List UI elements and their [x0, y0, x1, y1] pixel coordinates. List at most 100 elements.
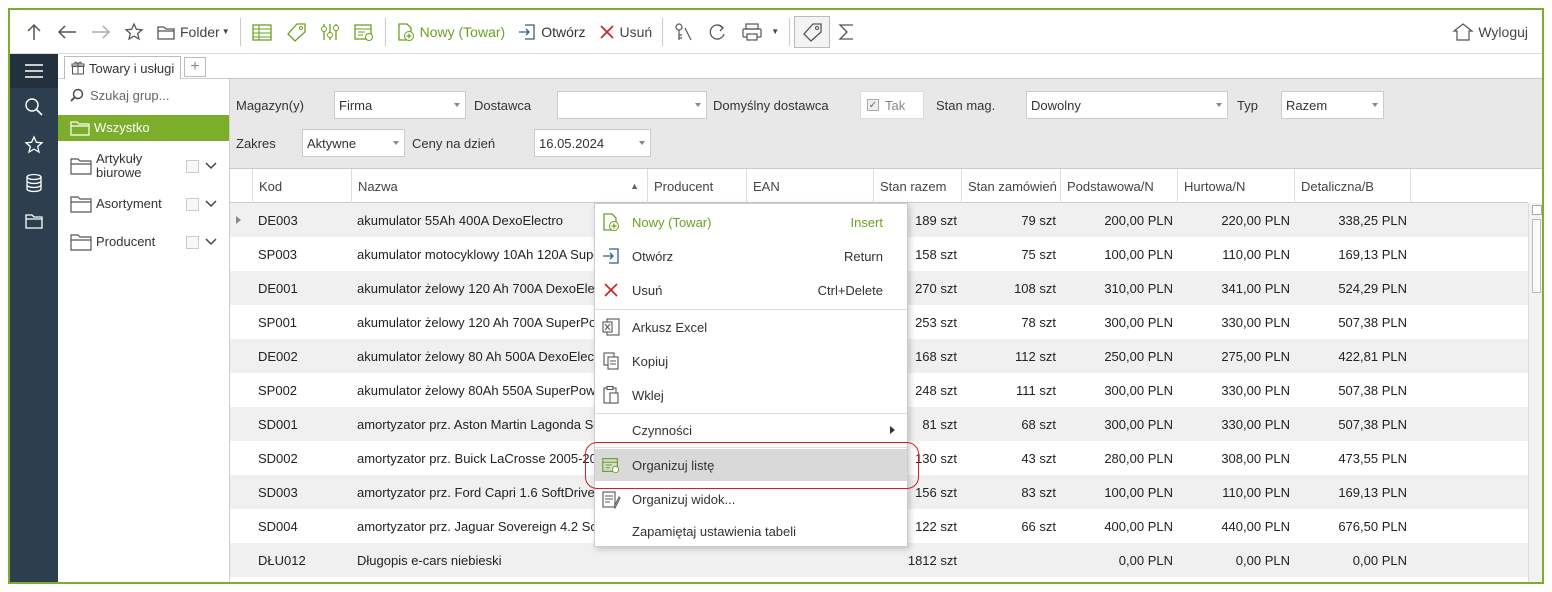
folder-button[interactable]: Folder ▼	[150, 16, 236, 48]
tools-icon[interactable]	[313, 16, 347, 48]
cell-kod: DŁU012	[258, 552, 306, 568]
col-header-ean[interactable]: EAN	[746, 169, 873, 203]
row-indicator-header	[230, 169, 252, 203]
cell-kod: SD003	[258, 484, 298, 500]
dostawca-select[interactable]	[557, 91, 707, 119]
cell-hurtowa: 110,00 PLN	[1222, 246, 1290, 262]
tab-towary-i-uslugi[interactable]: Towary i usługi	[64, 56, 182, 79]
group-item-all[interactable]: Wszystko	[58, 115, 229, 141]
menu-item-save-table-settings[interactable]: Zapamiętaj ustawienia tabeli	[595, 515, 907, 547]
delete-button[interactable]: Usuń	[592, 16, 659, 48]
cell-stan-zamowien: 83 szt	[1021, 484, 1056, 500]
organize-list-icon[interactable]	[347, 16, 381, 48]
favorite-star-icon[interactable]	[118, 16, 150, 48]
database-icon[interactable]	[10, 164, 58, 202]
cell-hurtowa: 341,00 PLN	[1221, 280, 1290, 296]
ceny-value: 16.05.2024	[539, 136, 605, 151]
group-checkbox[interactable]	[186, 159, 199, 173]
menu-item-open[interactable]: Otwórz Return	[595, 240, 907, 272]
context-menu: Nowy (Towar) Insert Otwórz Return Usuń C…	[594, 203, 908, 547]
typ-select[interactable]: Razem	[1281, 91, 1384, 119]
cell-kod: DE002	[258, 348, 298, 364]
col-header-stan-zamowien[interactable]: Stan zamówień	[961, 169, 1060, 203]
cell-podstawowa: 100,00 PLN	[1104, 484, 1173, 500]
menu-item-delete[interactable]: Usuń Ctrl+Delete	[595, 274, 907, 306]
logout-button[interactable]: Wyloguj	[1446, 16, 1534, 48]
tag-icon[interactable]	[279, 16, 313, 48]
col-header-kod[interactable]: Kod	[252, 169, 351, 203]
scroll-thumb[interactable]	[1532, 219, 1541, 293]
group-item-producent[interactable]: Producent	[58, 223, 229, 261]
folder-icon	[157, 25, 175, 40]
menu-item-organize-list[interactable]: Organizuj listę	[595, 449, 907, 481]
menu-item-excel[interactable]: Arkusz Excel	[595, 311, 907, 343]
menu-item-label: Czynności	[632, 422, 692, 438]
open-button[interactable]: Otwórz	[511, 16, 591, 48]
vertical-scrollbar[interactable]	[1528, 203, 1542, 582]
keys-icon[interactable]	[667, 16, 701, 48]
back-arrow-icon[interactable]	[50, 16, 84, 48]
menu-item-shortcut: Insert	[850, 214, 883, 230]
cell-stan-zamowien: 112 szt	[1015, 348, 1056, 364]
zakres-select[interactable]: Aktywne	[302, 129, 405, 157]
side-nav	[10, 54, 58, 582]
chevron-down-icon[interactable]	[205, 162, 217, 170]
menu-divider	[595, 309, 907, 310]
table-row[interactable]: DŁU012 Długopis e-cars niebieski 1812 szt 0…	[230, 543, 1528, 577]
cell-detaliczna: 169,13 PLN	[1338, 246, 1407, 262]
add-tab-plus-icon[interactable]: +	[184, 57, 206, 77]
cell-podstawowa: 100,00 PLN	[1104, 246, 1173, 262]
col-header-stan-razem[interactable]: Stan razem	[873, 169, 961, 203]
ceny-na-dzien-date[interactable]: 16.05.2024	[534, 129, 651, 157]
logout-icon	[1452, 23, 1475, 41]
cell-stan-zamowien: 75 szt	[1021, 246, 1056, 262]
search-icon[interactable]	[10, 88, 58, 126]
col-header-podstawowa[interactable]: Podstawowa/N	[1060, 169, 1177, 203]
cell-podstawowa: 0,00 PLN	[1118, 552, 1173, 568]
stan-mag-select[interactable]: Dowolny	[1026, 91, 1228, 119]
favorites-star-icon[interactable]	[10, 126, 58, 164]
cell-nazwa: Długopis e-cars niebieski	[357, 552, 502, 568]
new-item-button[interactable]: Nowy (Towar)	[390, 16, 512, 48]
tags-toggle-icon[interactable]	[794, 15, 831, 48]
col-header-producent[interactable]: Producent	[647, 169, 746, 203]
menu-item-label: Otwórz	[632, 248, 674, 264]
col-header-hurtowa[interactable]: Hurtowa/N	[1177, 169, 1294, 203]
table-icon[interactable]	[245, 16, 279, 48]
open-label: Otwórz	[541, 23, 586, 40]
typ-label: Typ	[1237, 98, 1258, 113]
folder-icon[interactable]	[10, 202, 58, 240]
folder-icon	[70, 234, 92, 251]
cell-stan-zamowien: 111 szt	[1016, 382, 1056, 398]
up-arrow-icon[interactable]	[18, 16, 50, 48]
menu-item-paste[interactable]: Wklej	[595, 379, 907, 411]
refresh-icon[interactable]	[701, 16, 735, 48]
group-item-artykuly-biurowe[interactable]: Artykuły biurowe	[58, 147, 229, 185]
group-item-asortyment[interactable]: Asortyment	[58, 185, 229, 223]
typ-value: Razem	[1286, 98, 1328, 113]
chevron-down-icon[interactable]	[205, 238, 217, 246]
chevron-down-icon[interactable]	[205, 200, 217, 208]
menu-item-organize-view[interactable]: Organizuj widok...	[595, 483, 907, 515]
menu-item-actions[interactable]: Czynności	[595, 414, 907, 446]
scroll-up-icon[interactable]	[1532, 205, 1542, 215]
menu-divider	[595, 447, 907, 448]
group-checkbox[interactable]	[186, 197, 199, 211]
sum-sigma-icon[interactable]	[830, 16, 864, 48]
col-header-detaliczna[interactable]: Detaliczna/B	[1294, 169, 1411, 203]
cell-detaliczna: 0,00 PLN	[1352, 552, 1407, 568]
group-checkbox[interactable]	[186, 235, 199, 249]
forward-arrow-icon[interactable]	[84, 16, 118, 48]
col-header-nazwa[interactable]: Nazwa ▲	[351, 169, 647, 203]
print-button[interactable]: ▼	[735, 16, 785, 48]
menu-item-copy[interactable]: Kopiuj	[595, 345, 907, 377]
domyslny-dostawca-checkbox[interactable]: ✓ Tak	[860, 91, 924, 119]
paste-clipboard-icon	[601, 385, 621, 405]
col-header-nazwa-label: Nazwa	[358, 178, 398, 194]
cell-stan-zamowien: 66 szt	[1021, 518, 1056, 534]
group-search-input[interactable]: Szukaj grup...	[58, 79, 229, 111]
group-label-line2: biurowe	[96, 165, 142, 180]
magazyn-select[interactable]: Firma	[334, 91, 466, 119]
menu-hamburger-icon[interactable]	[10, 54, 58, 88]
menu-item-new[interactable]: Nowy (Towar) Insert	[595, 206, 907, 238]
